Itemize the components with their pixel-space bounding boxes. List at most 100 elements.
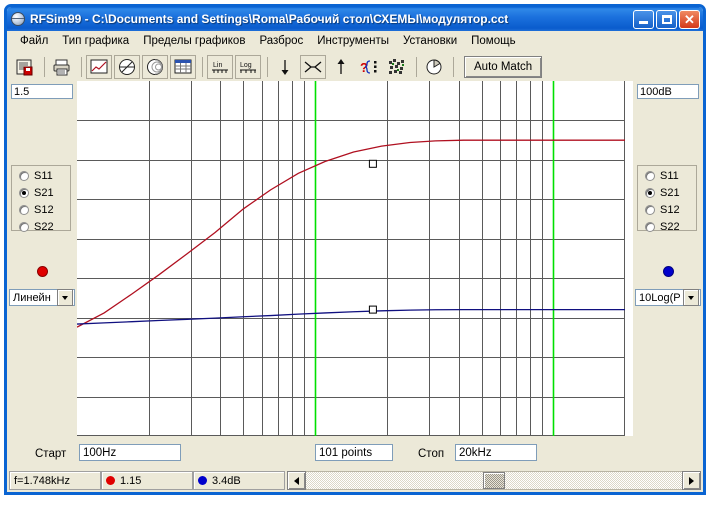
points-input[interactable]: 101 points (315, 444, 393, 461)
chart-plot-area[interactable] (77, 81, 633, 436)
pie-tool-icon[interactable] (421, 55, 447, 79)
rfsim-main-window: RFSim99 - C:\Documents and Settings\Roma… (4, 4, 706, 495)
right-sparam-s21[interactable]: S21 (640, 185, 700, 200)
radio-icon (19, 221, 29, 232)
right-scale-combo[interactable]: 10Log(P (635, 289, 701, 306)
left-axis-max-input[interactable]: 1.5 (11, 84, 73, 99)
stop-label: Стоп (418, 448, 445, 460)
left-sparam-s12-label: S12 (34, 203, 54, 216)
right-scale-combo-value: 10Log(P (639, 291, 681, 304)
query-values-icon[interactable]: ? (356, 55, 382, 79)
status-frequency-text: f=1.748kHz (14, 474, 70, 487)
start-frequency-input[interactable]: 100Hz (79, 444, 181, 461)
right-sparam-s11[interactable]: S11 (640, 168, 700, 183)
toolbar-separator (81, 57, 82, 77)
toolbar-separator (416, 57, 417, 77)
menu-item-graph-type[interactable]: Тип графика (55, 33, 136, 49)
smith-chart-icon[interactable] (142, 55, 168, 79)
right-trace-marker (368, 305, 377, 314)
auto-match-button[interactable]: Auto Match (464, 56, 543, 78)
chart-svg (77, 81, 625, 436)
close-button[interactable]: ✕ (679, 9, 700, 29)
right-sparam-s22-label: S22 (660, 220, 680, 233)
maximize-button[interactable] (656, 9, 677, 29)
scroll-right-button[interactable] (682, 471, 701, 490)
radio-icon (19, 170, 29, 181)
left-trace-marker (368, 159, 377, 168)
polar-plot-icon[interactable] (114, 55, 140, 79)
right-axis-panel: 100dB S11 S21 S12 S22 10Log(P (635, 81, 701, 492)
status-right-marker-text: 3.4dB (212, 474, 241, 487)
radio-icon (645, 170, 655, 181)
left-sparam-s12[interactable]: S12 (14, 202, 74, 217)
application-window: RFSim99 - C:\Documents and Settings\Roma… (0, 0, 718, 529)
sweep-parameters-row: Старт 100Hz 101 points Стоп 20kHz (7, 441, 703, 468)
marker-up-icon[interactable] (328, 55, 354, 79)
save-schematic-icon[interactable] (12, 55, 38, 79)
menu-item-file[interactable]: Файл (13, 33, 55, 49)
toolbar-separator (453, 57, 454, 77)
menu-item-graph-limits[interactable]: Пределы графиков (136, 33, 252, 49)
chevron-down-icon[interactable] (683, 289, 699, 306)
marker-down-icon[interactable] (272, 55, 298, 79)
menu-item-settings[interactable]: Установки (396, 33, 464, 49)
minimize-button[interactable] (633, 9, 654, 29)
scrollbar-thumb[interactable] (482, 472, 505, 489)
right-marker-dot-icon (198, 476, 207, 485)
left-sparam-s11[interactable]: S11 (14, 168, 74, 183)
right-sparam-s22[interactable]: S22 (640, 219, 700, 234)
toolbar-separator (267, 57, 268, 77)
left-axis-panel: 1.5 S11 S21 S12 S22 Линейн (9, 81, 75, 492)
arrow-left-icon (294, 476, 299, 485)
radio-selected-icon (645, 187, 655, 198)
table-view-icon[interactable] (170, 55, 196, 79)
linear-sweep-icon[interactable]: Lin (207, 55, 233, 79)
right-sparam-s11-label: S11 (660, 169, 679, 182)
right-sparam-s12[interactable]: S12 (640, 202, 700, 217)
right-sparam-radio-group: S11 S21 S12 S22 (637, 165, 700, 234)
right-trace-color-swatch (663, 266, 674, 277)
menu-item-sweep[interactable]: Разброс (252, 33, 310, 49)
arrow-right-icon (689, 476, 694, 485)
left-sparam-s22[interactable]: S22 (14, 219, 74, 234)
scroll-left-button[interactable] (287, 471, 306, 490)
toolbar-separator (44, 57, 45, 77)
right-sparam-s12-label: S12 (660, 203, 680, 216)
start-label: Старт (35, 448, 67, 460)
right-axis-max-input[interactable]: 100dB (637, 84, 699, 99)
left-sparam-s22-label: S22 (34, 220, 54, 233)
rectangular-plot-icon[interactable] (86, 55, 112, 79)
print-icon[interactable] (49, 55, 75, 79)
radio-icon (19, 204, 29, 215)
svg-text:Log: Log (240, 62, 252, 69)
radio-icon (645, 221, 655, 232)
menu-bar: Файл Тип графика Пределы графиков Разбро… (7, 31, 703, 52)
left-sparam-radio-group: S11 S21 S12 S22 (11, 165, 74, 234)
log-sweep-icon[interactable]: Log (235, 55, 261, 79)
left-scale-combo[interactable]: Линейн (9, 289, 75, 306)
svg-text:Lin: Lin (213, 62, 222, 69)
scrollbar-track[interactable] (306, 471, 682, 490)
left-marker-dot-icon (106, 476, 115, 485)
stop-frequency-input[interactable]: 20kHz (455, 444, 537, 461)
menu-item-tools[interactable]: Инструменты (310, 33, 396, 49)
status-left-marker-text: 1.15 (120, 474, 142, 487)
marker-span-icon[interactable] (300, 55, 326, 79)
radio-selected-icon (19, 187, 29, 198)
left-sparam-s11-label: S11 (34, 169, 53, 182)
chevron-down-icon[interactable] (57, 289, 73, 306)
frequency-scrollbar[interactable] (287, 471, 701, 490)
toolbar: Lin Log ? Auto Match (7, 52, 703, 83)
window-buttons: ✕ (633, 9, 700, 29)
app-globe-icon (10, 11, 26, 27)
left-scale-combo-value: Линейн (13, 291, 51, 304)
optimize-icon[interactable] (384, 55, 410, 79)
title-bar: RFSim99 - C:\Documents and Settings\Roma… (7, 7, 703, 31)
close-icon: ✕ (684, 11, 695, 27)
menu-item-help[interactable]: Помощь (464, 33, 522, 49)
left-sparam-s21-label: S21 (34, 186, 54, 199)
left-sparam-s21[interactable]: S21 (14, 185, 74, 200)
radio-icon (645, 204, 655, 215)
status-right-marker-cell: 3.4dB (193, 471, 285, 490)
window-title: RFSim99 - C:\Documents and Settings\Roma… (30, 12, 509, 26)
